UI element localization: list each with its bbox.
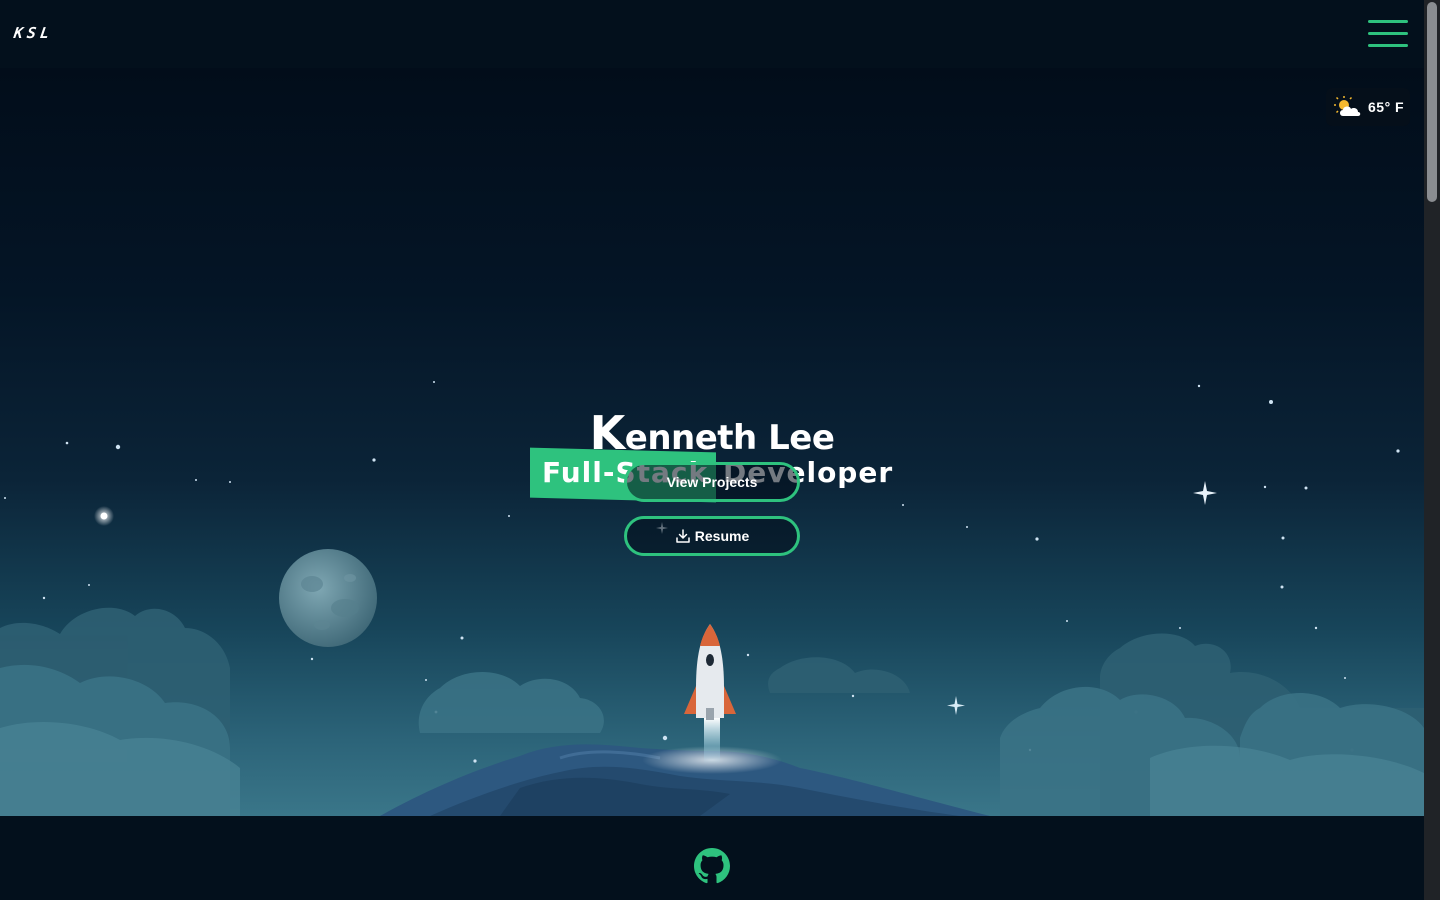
rocket (684, 624, 736, 764)
hero-section: Kenneth Lee Full-Stack Developer (0, 68, 1424, 816)
top-navbar: KSL (0, 0, 1424, 68)
github-icon[interactable] (694, 848, 730, 884)
scrollbar-thumb[interactable] (1427, 2, 1437, 202)
view-projects-label: View Projects (666, 474, 758, 490)
hero-title-block: Kenneth Lee Full-Stack Developer (0, 406, 1424, 503)
moon (279, 549, 377, 647)
resume-button[interactable]: Resume (624, 516, 800, 556)
download-icon (676, 529, 690, 543)
mountain (380, 744, 990, 816)
weather-widget[interactable]: 65° F (1326, 88, 1410, 126)
site-logo[interactable]: KSL (13, 24, 55, 42)
hamburger-menu-icon[interactable] (1366, 20, 1410, 48)
resume-label: Resume (694, 528, 750, 544)
scrollbar[interactable] (1424, 0, 1440, 900)
weather-temperature: 65° F (1368, 99, 1405, 115)
partly-cloudy-sun-icon (1334, 96, 1361, 116)
view-projects-button[interactable]: View Projects (624, 462, 800, 502)
